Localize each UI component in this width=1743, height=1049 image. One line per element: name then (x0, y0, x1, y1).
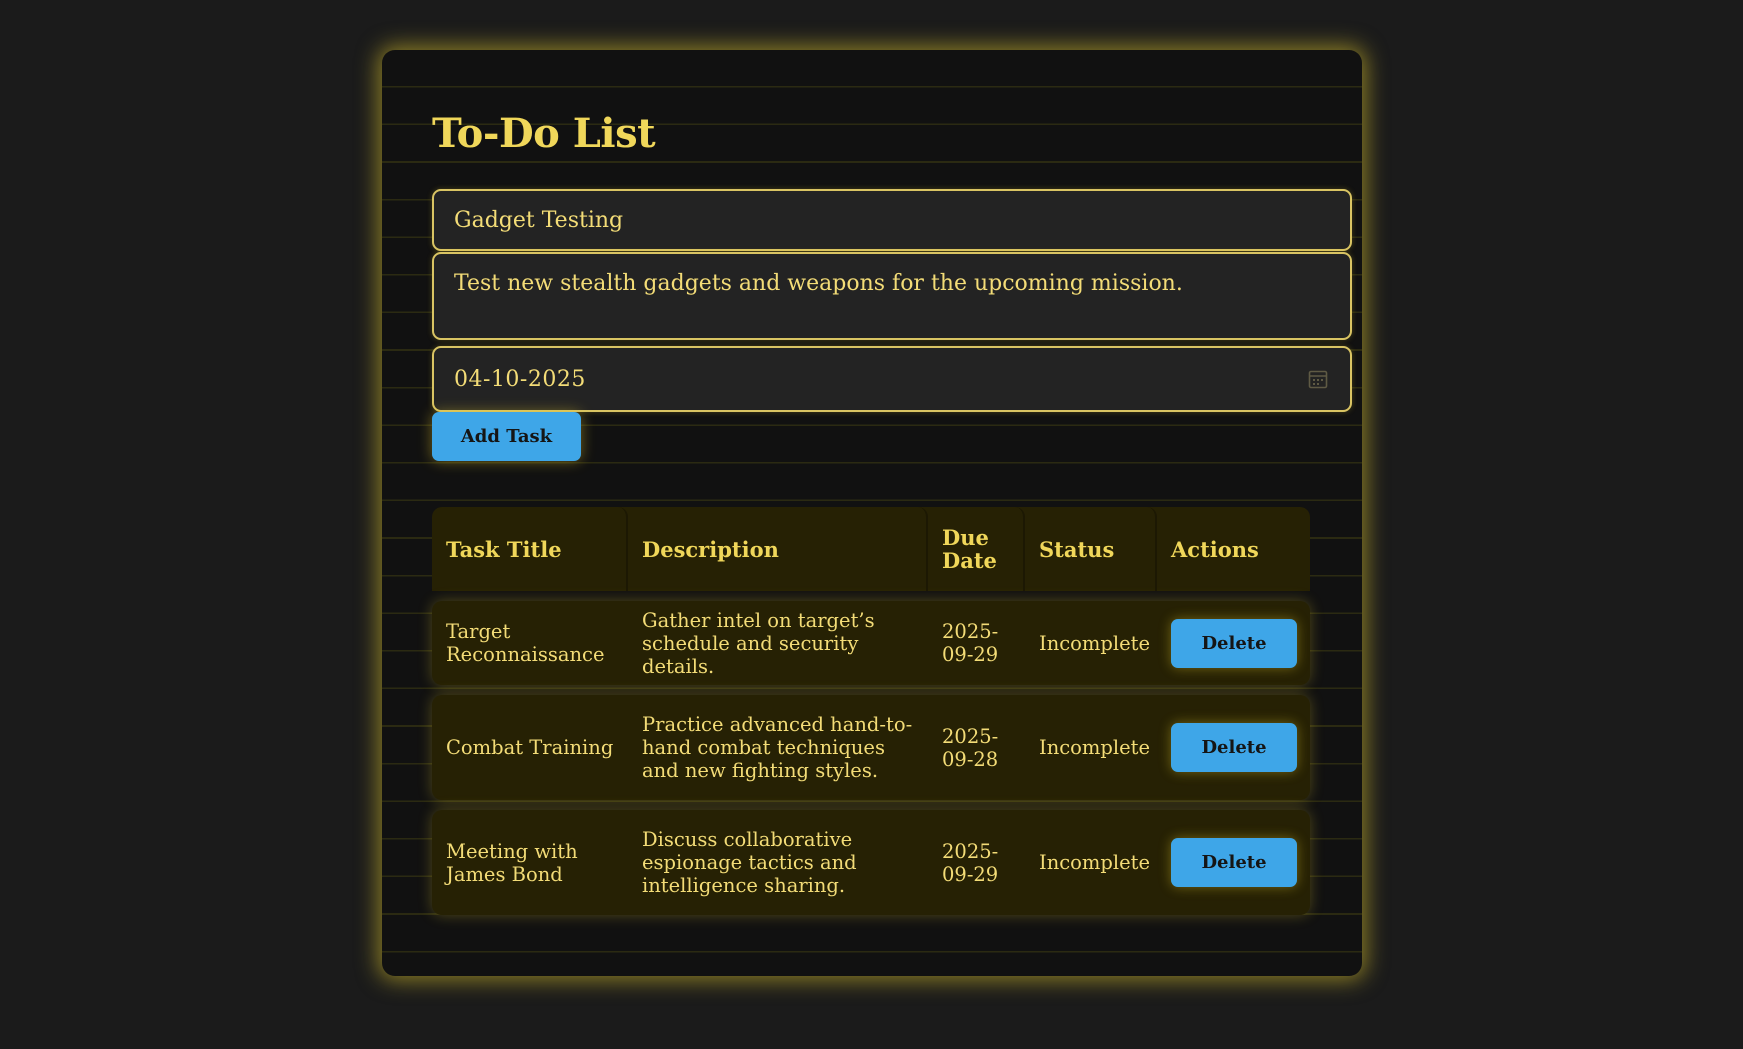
delete-task-button[interactable]: Delete (1171, 838, 1297, 887)
column-header-status: Status (1025, 507, 1157, 591)
task-description-input[interactable]: Test new stealth gadgets and weapons for… (432, 252, 1352, 340)
task-description-cell: Gather intel on target’s schedule and se… (642, 608, 875, 678)
table-header-row: Task Title Description Due Date Status A… (432, 507, 1310, 591)
task-table: Task Title Description Due Date Status A… (432, 507, 1310, 915)
add-task-button[interactable]: Add Task (432, 412, 581, 461)
task-title-cell: Target Reconnaissance (446, 620, 605, 666)
task-status-cell: Incomplete (1039, 631, 1151, 655)
task-title-input[interactable] (432, 189, 1352, 251)
task-due-date-cell: 2025-09-28 (942, 724, 999, 771)
column-header-description: Description (628, 507, 928, 591)
todo-card: To-Do List Test new stealth gadgets and … (382, 50, 1362, 976)
due-date-value: 04-10-2025 (454, 366, 586, 392)
task-actions-cell: Delete (1157, 810, 1310, 915)
table-row: Meeting with James Bond Discuss collabor… (432, 810, 1310, 915)
task-description-cell: Discuss collaborative espionage tactics … (642, 828, 857, 897)
task-status-cell: Incomplete (1039, 851, 1151, 874)
column-header-due-date: Due Date (928, 507, 1025, 591)
table-row: Target Reconnaissance Gather intel on ta… (432, 601, 1310, 685)
column-header-task-title: Task Title (432, 507, 628, 591)
table-row: Combat Training Practice advanced hand-t… (432, 695, 1310, 800)
task-actions-cell: Delete (1157, 695, 1310, 800)
task-actions-cell: Delete (1157, 601, 1310, 685)
delete-task-button[interactable]: Delete (1171, 618, 1297, 668)
page-title: To-Do List (432, 110, 656, 157)
task-due-date-cell: 2025-09-29 (942, 620, 999, 666)
delete-task-button[interactable]: Delete (1171, 723, 1297, 772)
column-header-actions: Actions (1171, 536, 1259, 562)
due-date-input[interactable]: 04-10-2025 (432, 346, 1352, 412)
task-status-cell: Incomplete (1039, 736, 1151, 759)
calendar-icon[interactable] (1308, 369, 1328, 389)
task-description-cell: Practice advanced hand-to-hand combat te… (642, 713, 913, 782)
task-due-date-cell: 2025-09-29 (942, 839, 999, 886)
task-title-cell: Combat Training (446, 736, 614, 759)
task-title-cell: Meeting with James Bond (446, 839, 578, 886)
